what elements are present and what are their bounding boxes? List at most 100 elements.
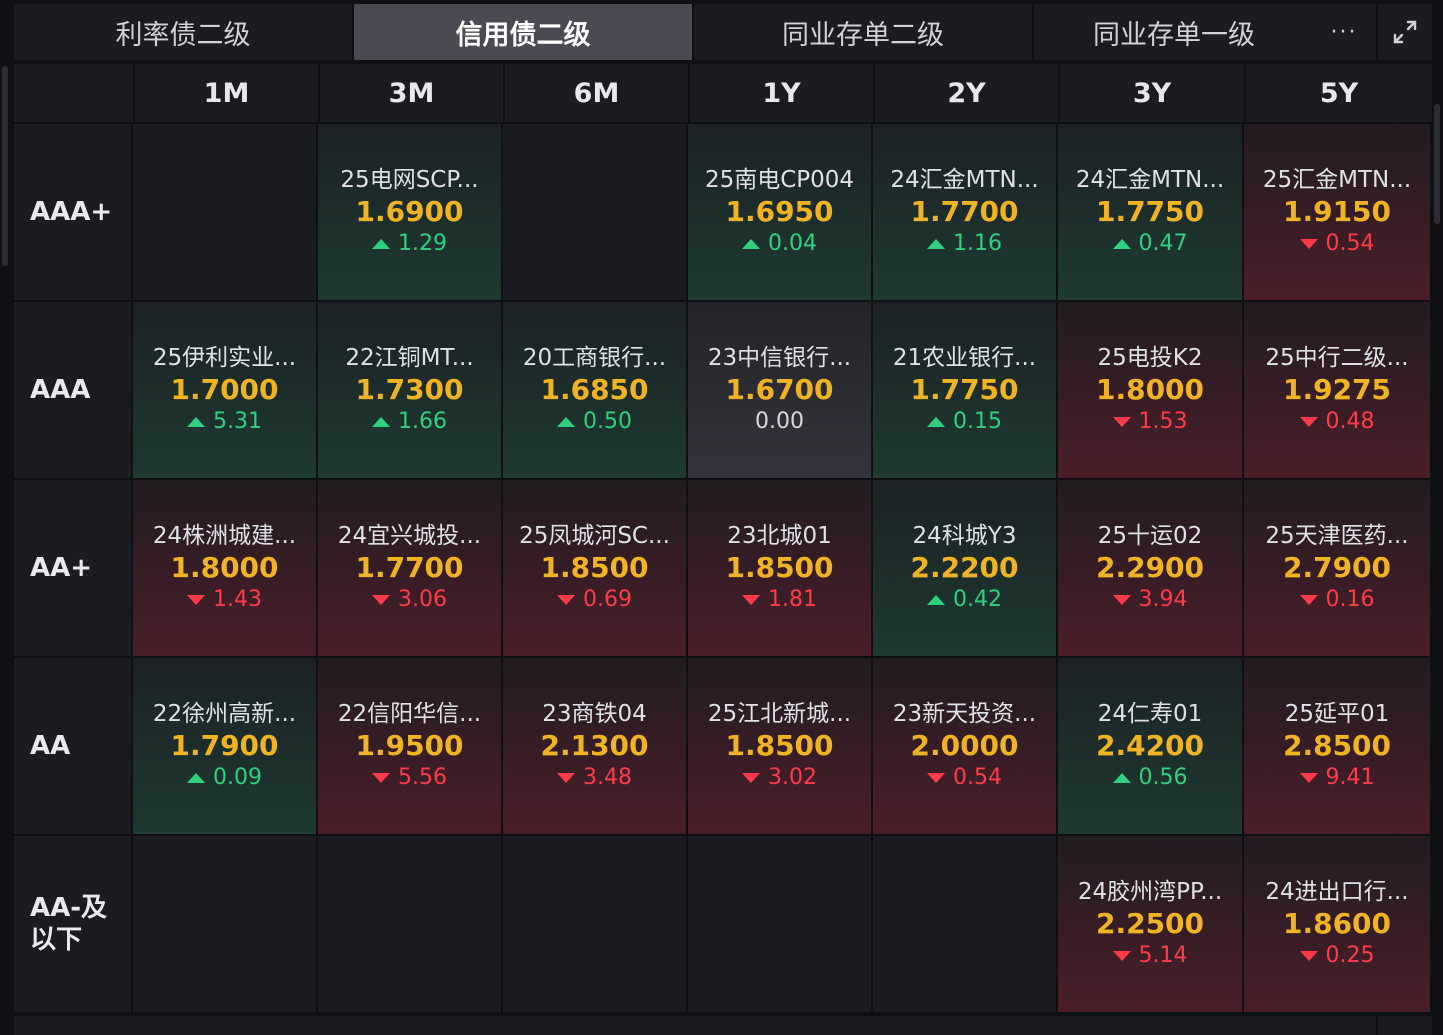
- bond-cell[interactable]: 23商铁04 2.1300 3.48: [503, 658, 688, 834]
- bond-cell[interactable]: 25凤城河SC... 1.8500 0.69: [503, 480, 688, 656]
- yield-change: 5.14: [1112, 941, 1188, 971]
- triangle-down-icon: [187, 595, 205, 605]
- bond-yield: 1.6900: [355, 195, 464, 228]
- yield-change: 3.94: [1112, 585, 1187, 615]
- yield-change-value: 0.48: [1325, 409, 1375, 434]
- bond-name: 24汇金MTN...: [890, 167, 1039, 193]
- yield-change: 0.54: [927, 763, 1002, 793]
- yield-change-value: 0.09: [213, 765, 262, 790]
- yield-change: 9.41: [1299, 763, 1374, 793]
- bond-cell[interactable]: 25伊利实业... 1.7000 5.31: [133, 302, 318, 478]
- bond-cell[interactable]: 25延平01 2.8500 9.41: [1244, 658, 1430, 834]
- empty-cell: [503, 836, 688, 1012]
- left-scrollbar-thumb[interactable]: [2, 66, 8, 266]
- tenor-header-3y: 3Y: [1060, 64, 1246, 122]
- bond-cell[interactable]: 25南电CP004 1.6950 0.04: [688, 124, 873, 300]
- credit-yield-matrix: 1M 3M 6M 1Y 2Y 3Y 5Y AAA+ 25电网SCP... 1.6900 1.29 2…: [14, 64, 1432, 1012]
- yield-change: 0.54: [1299, 229, 1375, 259]
- triangle-up-icon: [557, 417, 575, 427]
- triangle-up-icon: [372, 417, 390, 427]
- bond-cell[interactable]: 23中信银行... 1.6700 0.00: [688, 302, 873, 478]
- bond-cell[interactable]: 24汇金MTN... 1.7750 0.47: [1058, 124, 1244, 300]
- triangle-up-icon: [1112, 239, 1131, 249]
- bond-yield: 2.0000: [910, 729, 1019, 762]
- yield-change: 5.31: [187, 407, 262, 437]
- bond-cell[interactable]: 24宜兴城投... 1.7700 3.06: [318, 480, 503, 656]
- bond-cell[interactable]: 22信阳华信... 1.9500 5.56: [318, 658, 503, 834]
- yield-change: 3.48: [557, 763, 632, 793]
- tab-ncd-primary[interactable]: 同业存单一级: [1034, 4, 1314, 60]
- bond-name: 25南电CP004: [704, 167, 855, 193]
- yield-change: 0.42: [927, 585, 1002, 615]
- bond-cell[interactable]: 24科城Y3 2.2200 0.42: [873, 480, 1058, 656]
- bond-name: 23中信银行...: [707, 345, 852, 371]
- bond-cell[interactable]: 24株洲城建... 1.8000 1.43: [133, 480, 318, 656]
- bond-cell[interactable]: 25天津医药... 2.7900 0.16: [1244, 480, 1430, 656]
- bond-cell[interactable]: 22徐州高新... 1.7900 0.09: [133, 658, 318, 834]
- bond-name: 24株洲城建...: [152, 523, 297, 549]
- tab-rate-bond-secondary[interactable]: 利率债二级: [14, 4, 354, 60]
- rating-label: AA+: [14, 480, 133, 656]
- bond-yield: 1.8500: [725, 729, 834, 762]
- bond-cell[interactable]: 22江铜MT... 1.7300 1.66: [318, 302, 503, 478]
- bond-cell[interactable]: 25电网SCP... 1.6900 1.29: [318, 124, 503, 300]
- tenor-header-row: 1M 3M 6M 1Y 2Y 3Y 5Y: [14, 64, 1432, 122]
- yield-change: 0.25: [1299, 941, 1374, 971]
- bond-cell[interactable]: 24进出口行... 1.8600 0.25: [1244, 836, 1430, 1012]
- tab-ncd-secondary[interactable]: 同业存单二级: [694, 4, 1034, 60]
- bond-name: 25十运02: [1097, 523, 1203, 549]
- bond-cell[interactable]: 25电投K2 1.8000 1.53: [1058, 302, 1244, 478]
- bond-cell[interactable]: 21农业银行... 1.7750 0.15: [873, 302, 1058, 478]
- bond-yield: 1.6850: [540, 373, 649, 406]
- more-dots-icon[interactable]: ···: [1314, 4, 1374, 60]
- triangle-down-icon: [927, 773, 945, 783]
- bond-cell[interactable]: 24胶州湾PP... 2.2500 5.14: [1058, 836, 1244, 1012]
- bond-cell[interactable]: 25中行二级... 1.9275 0.48: [1244, 302, 1430, 478]
- yield-change: 0.56: [1112, 763, 1187, 793]
- bond-name: 24仁寿01: [1097, 701, 1203, 727]
- triangle-down-icon: [1112, 417, 1131, 427]
- yield-change: 0.50: [557, 407, 632, 437]
- rating-row: AA-及以下 24胶州湾PP... 2.2500 5.14 24进出口行... 1.860…: [14, 834, 1432, 1012]
- yield-change: 5.56: [372, 763, 447, 793]
- tab-credit-bond-secondary[interactable]: 信用债二级: [354, 4, 694, 60]
- yield-change: 0.00: [755, 407, 804, 437]
- right-scrollbar[interactable]: [1432, 64, 1443, 1024]
- bond-cell[interactable]: 25江北新城... 1.8500 3.02: [688, 658, 873, 834]
- bond-cell[interactable]: 24仁寿01 2.4200 0.56: [1058, 658, 1244, 834]
- yield-change-value: 5.14: [1138, 943, 1188, 968]
- left-scrollbar[interactable]: [0, 0, 12, 1035]
- rating-label: AA-及以下: [14, 836, 133, 1012]
- tenor-header-1y: 1Y: [690, 64, 875, 122]
- tenor-header-1m: 1M: [135, 64, 320, 122]
- triangle-up-icon: [927, 239, 945, 249]
- bond-cell[interactable]: 23北城01 1.8500 1.81: [688, 480, 873, 656]
- triangle-down-icon: [742, 773, 760, 783]
- expand-icon[interactable]: [1376, 4, 1432, 60]
- bond-name: 23北城01: [727, 523, 832, 549]
- bottom-panel: [14, 1016, 1432, 1035]
- bond-yield: 1.6950: [725, 195, 834, 228]
- bond-yield: 1.9150: [1282, 195, 1392, 228]
- yield-change-value: 1.81: [768, 587, 817, 612]
- bond-yield: 1.9275: [1282, 373, 1392, 406]
- bottom-panel-button[interactable]: [1376, 1016, 1432, 1035]
- bond-yield: 2.8500: [1282, 729, 1392, 762]
- yield-change: 3.02: [742, 763, 817, 793]
- yield-change-value: 0.04: [768, 231, 817, 256]
- tenor-header-5y: 5Y: [1246, 64, 1432, 122]
- bond-cell[interactable]: 24汇金MTN... 1.7700 1.16: [873, 124, 1058, 300]
- bond-cell[interactable]: 25汇金MTN... 1.9150 0.54: [1244, 124, 1430, 300]
- rating-row: AAA 25伊利实业... 1.7000 5.31 22江铜MT... 1.7300 1.6…: [14, 300, 1432, 478]
- right-scrollbar-thumb[interactable]: [1434, 104, 1440, 224]
- bond-name: 24科城Y3: [912, 523, 1017, 549]
- empty-cell: [318, 836, 503, 1012]
- yield-change-value: 0.15: [953, 409, 1002, 434]
- bond-cell[interactable]: 20工商银行... 1.6850 0.50: [503, 302, 688, 478]
- yield-change: 1.53: [1112, 407, 1187, 437]
- bond-cell[interactable]: 25十运02 2.2900 3.94: [1058, 480, 1244, 656]
- yield-change-value: 0.54: [1325, 231, 1375, 256]
- rating-row: AA+ 24株洲城建... 1.8000 1.43 24宜兴城投... 1.7700 3.0…: [14, 478, 1432, 656]
- rating-row: AA 22徐州高新... 1.7900 0.09 22信阳华信... 1.9500 5.56…: [14, 656, 1432, 834]
- bond-cell[interactable]: 23新天投资... 2.0000 0.54: [873, 658, 1058, 834]
